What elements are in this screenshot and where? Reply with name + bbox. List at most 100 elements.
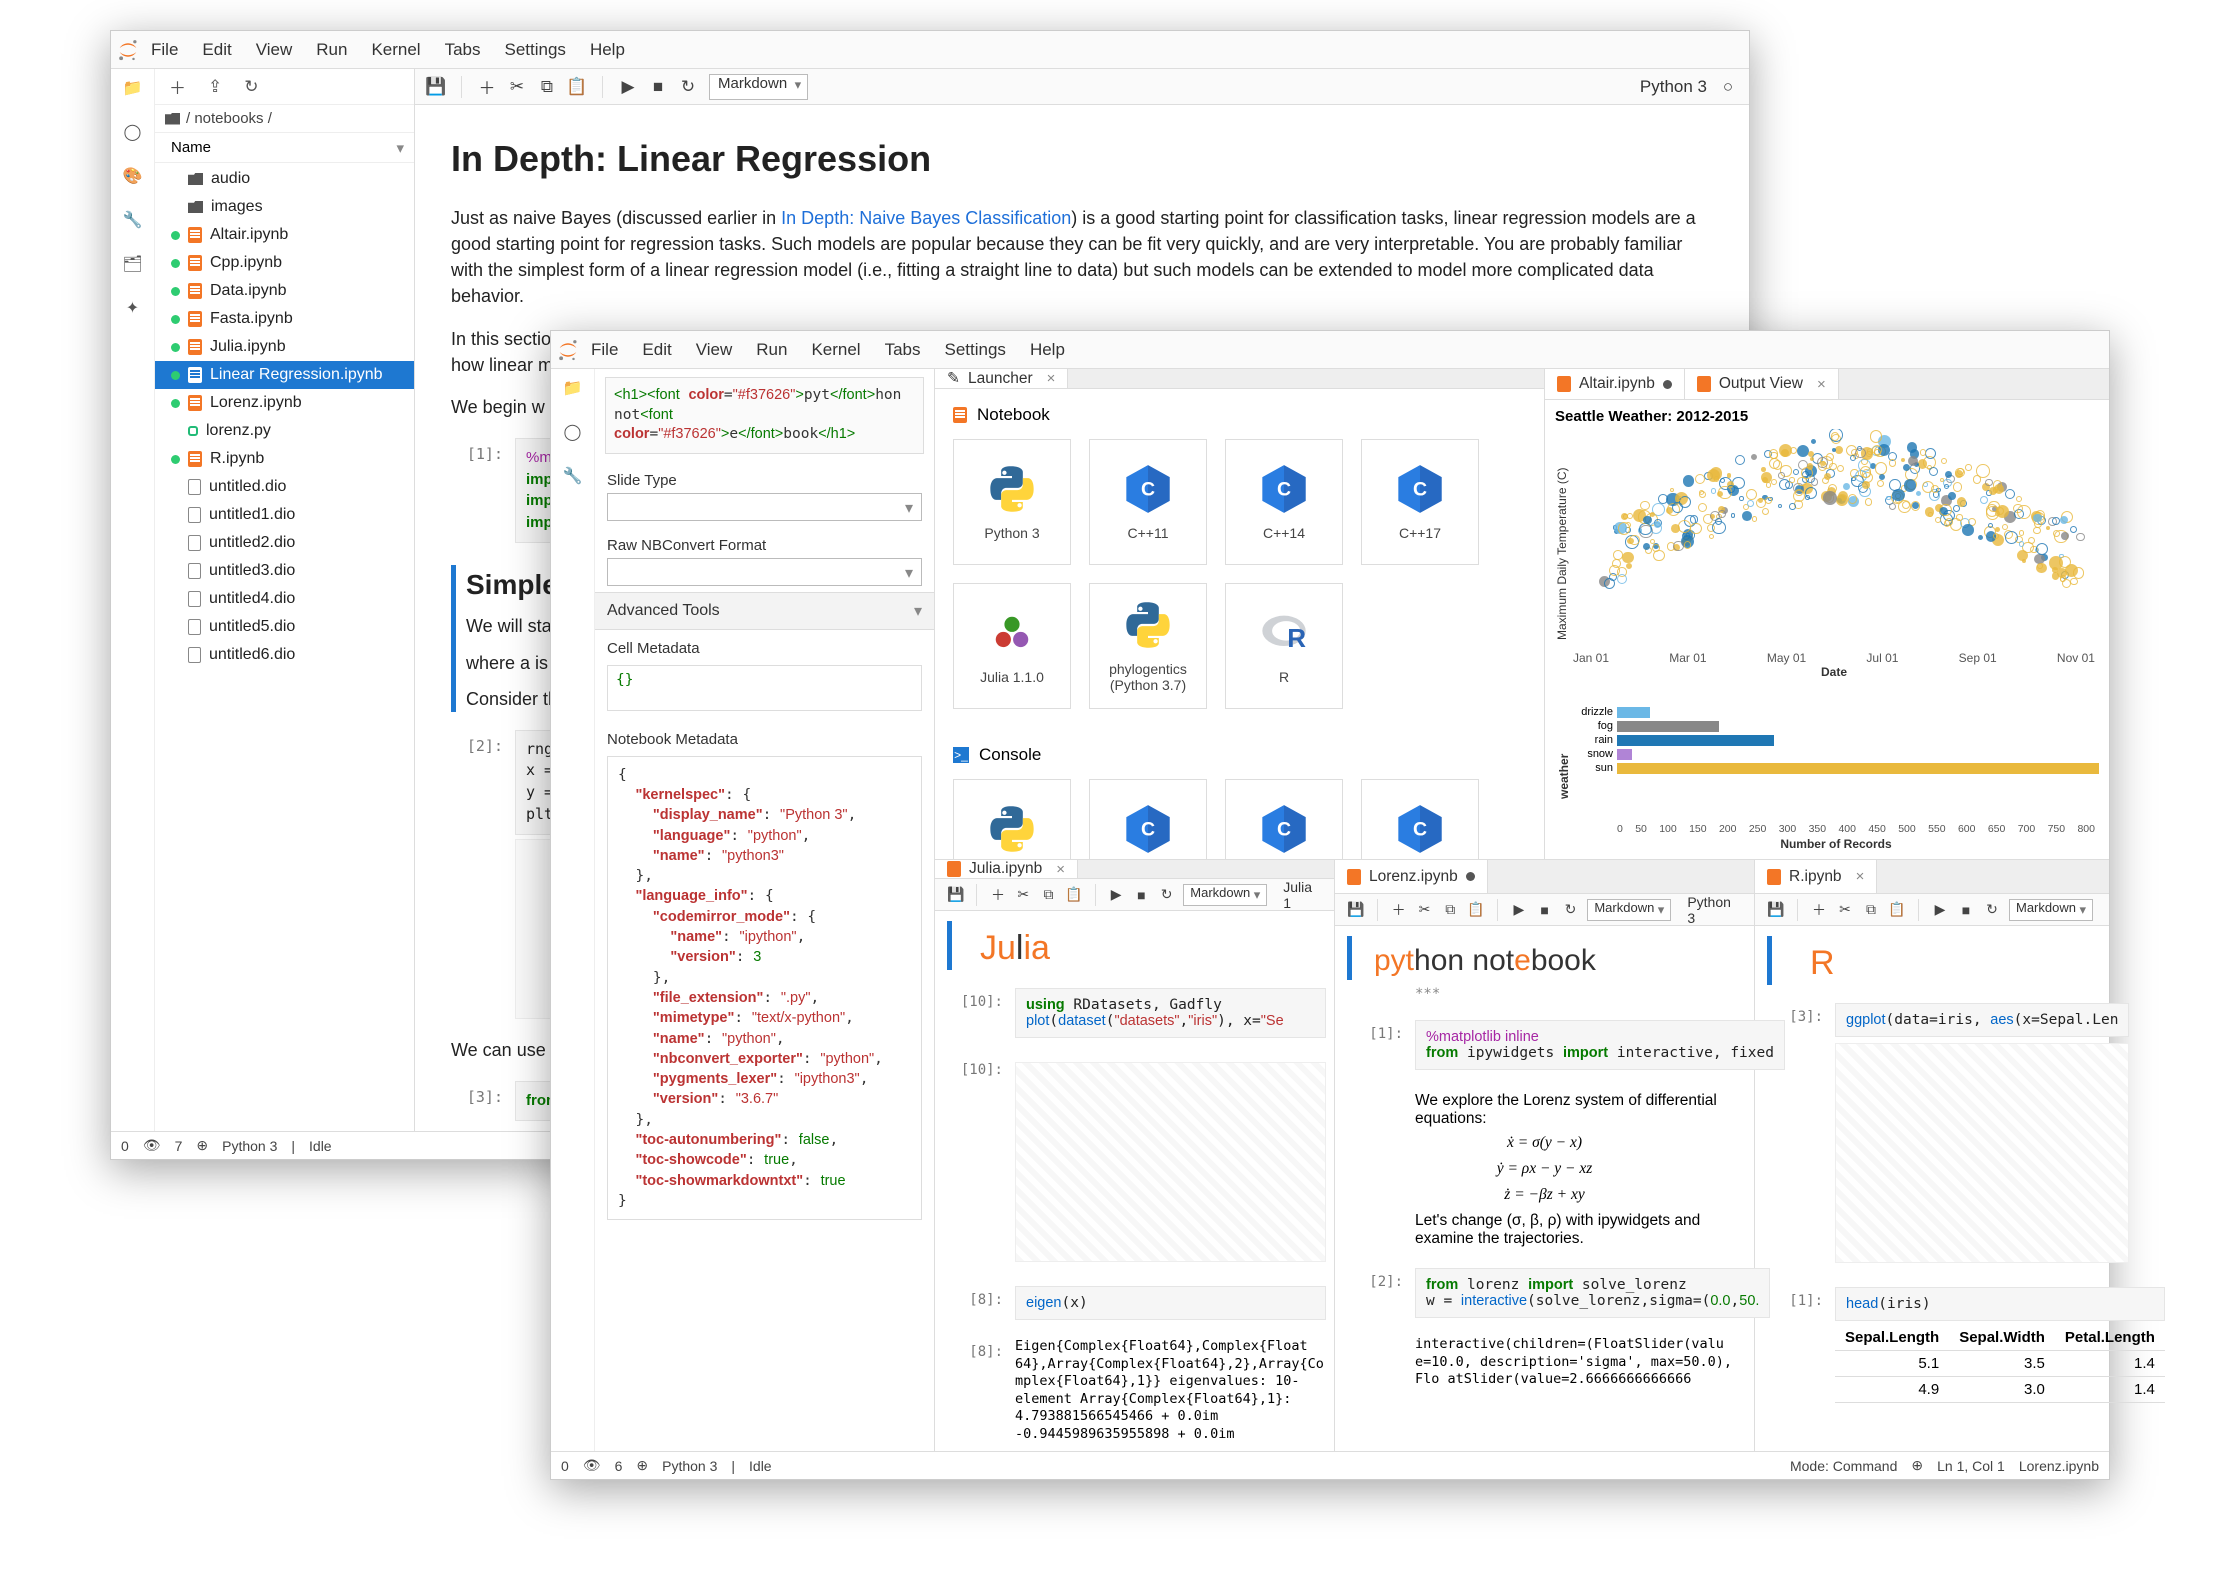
add-cell-icon[interactable]: ＋ (1810, 901, 1828, 919)
refresh-icon[interactable]: ↻ (244, 77, 258, 97)
launcher-card[interactable]: C++17 (1361, 439, 1479, 565)
cut-icon[interactable]: ✂ (1416, 901, 1434, 919)
kernel-name[interactable]: Python 3 (1640, 77, 1707, 97)
file-item[interactable]: Altair.ipynb (155, 221, 414, 249)
run-icon[interactable]: ▶ (1510, 901, 1528, 919)
stop-icon[interactable]: ■ (1536, 901, 1554, 919)
file-item[interactable]: lorenz.py (155, 417, 414, 445)
paste-icon[interactable]: 📋 (1467, 901, 1485, 919)
paste-icon[interactable]: 📋 (1065, 886, 1082, 904)
copy-icon[interactable]: ⧉ (1040, 886, 1057, 904)
stop-icon[interactable]: ■ (1957, 901, 1975, 919)
file-item[interactable]: untitled2.dio (155, 529, 414, 557)
notebook-metadata-editor[interactable]: { "kernelspec": { "display_name": "Pytho… (607, 756, 922, 1221)
code-cell[interactable]: from lorenz import solve_lorenz w = inte… (1415, 1268, 1770, 1318)
advanced-tools-header[interactable]: Advanced Tools▾ (595, 592, 934, 630)
kernel-name[interactable]: Julia 1 (1283, 879, 1322, 911)
paste-icon[interactable]: 📋 (1888, 901, 1906, 919)
add-cell-icon[interactable]: ＋ (478, 78, 496, 96)
code-cell[interactable]: ggplot(data=iris, aes(x=Sepal.Len (1835, 1003, 2129, 1037)
wrench-icon[interactable]: 🔧 (562, 465, 584, 487)
close-icon[interactable]: × (1856, 868, 1865, 885)
menu-edit[interactable]: Edit (190, 40, 243, 60)
restart-icon[interactable]: ↻ (679, 78, 697, 96)
menu-file[interactable]: File (579, 340, 630, 360)
file-item[interactable]: images (155, 193, 414, 221)
extension-icon[interactable]: ✦ (122, 297, 144, 319)
running-icon[interactable]: ◯ (122, 121, 144, 143)
launcher-card[interactable]: R (1225, 583, 1343, 709)
file-list-header[interactable]: Name ▾ (155, 133, 414, 163)
celltype-select[interactable]: Markdown (1183, 884, 1267, 906)
stop-icon[interactable]: ■ (649, 78, 667, 96)
close-icon[interactable]: × (1817, 376, 1826, 393)
code-cell[interactable]: using RDatasets, Gadfly plot(dataset("da… (1015, 988, 1326, 1038)
cut-icon[interactable]: ✂ (1836, 901, 1854, 919)
copy-icon[interactable]: ⧉ (1862, 901, 1880, 919)
menu-kernel[interactable]: Kernel (359, 40, 432, 60)
menu-run[interactable]: Run (304, 40, 359, 60)
launcher-card[interactable]: C++14 (1225, 439, 1343, 565)
menu-help[interactable]: Help (1018, 340, 1077, 360)
tab-julia[interactable]: Julia.ipynb× (935, 860, 1078, 878)
launcher-card[interactable]: phylogentics (Python 3.7) (1089, 583, 1207, 709)
file-item[interactable]: untitled1.dio (155, 501, 414, 529)
file-item[interactable]: untitled.dio (155, 473, 414, 501)
tab-r[interactable]: R.ipynb× (1755, 860, 1877, 893)
file-item[interactable]: Linear Regression.ipynb (155, 361, 414, 389)
menu-tabs[interactable]: Tabs (433, 40, 493, 60)
file-item[interactable]: Cpp.ipynb (155, 249, 414, 277)
wrench-icon[interactable]: 🔧 (122, 209, 144, 231)
stop-icon[interactable]: ■ (1133, 886, 1150, 904)
link-naive-bayes[interactable]: In Depth: Naive Bayes Classification (781, 208, 1071, 228)
plus-icon[interactable]: ＋ (169, 74, 186, 99)
slide-type-select[interactable] (607, 493, 922, 521)
code-cell[interactable]: head(iris) (1835, 1287, 2165, 1321)
tab-output-view[interactable]: Output View× (1685, 369, 1839, 399)
code-cell[interactable]: eigen(x) (1015, 1286, 1326, 1320)
restart-icon[interactable]: ↻ (1983, 901, 2001, 919)
menu-tabs[interactable]: Tabs (873, 340, 933, 360)
menu-kernel[interactable]: Kernel (799, 340, 872, 360)
tab-altair[interactable]: Altair.ipynb (1545, 369, 1685, 399)
file-item[interactable]: untitled4.dio (155, 585, 414, 613)
save-icon[interactable]: 💾 (947, 886, 964, 904)
cut-icon[interactable]: ✂ (1015, 886, 1032, 904)
restart-icon[interactable]: ↻ (1158, 886, 1175, 904)
menu-run[interactable]: Run (744, 340, 799, 360)
add-cell-icon[interactable]: ＋ (1390, 901, 1408, 919)
save-icon[interactable]: 💾 (427, 78, 445, 96)
file-item[interactable]: untitled5.dio (155, 613, 414, 641)
copy-icon[interactable]: ⧉ (538, 78, 556, 96)
copy-icon[interactable]: ⧉ (1441, 901, 1459, 919)
commands-icon[interactable]: 🎨 (122, 165, 144, 187)
tab-lorenz[interactable]: Lorenz.ipynb (1335, 860, 1488, 893)
celltype-select[interactable]: Markdown (1587, 899, 1671, 921)
paste-icon[interactable]: 📋 (568, 78, 586, 96)
launcher-card[interactable]: Julia 1.1.0 (953, 583, 1071, 709)
run-icon[interactable]: ▶ (619, 78, 637, 96)
file-item[interactable]: Data.ipynb (155, 277, 414, 305)
upload-icon[interactable]: ⇪ (208, 77, 222, 97)
file-item[interactable]: untitled6.dio (155, 641, 414, 669)
celltype-select[interactable]: Markdown (709, 74, 808, 100)
add-cell-icon[interactable]: ＋ (989, 886, 1006, 904)
file-item[interactable]: Lorenz.ipynb (155, 389, 414, 417)
menu-view[interactable]: View (684, 340, 745, 360)
kernel-name[interactable]: Python 3 (1687, 894, 1742, 926)
launcher-card[interactable]: C++11 (1089, 439, 1207, 565)
save-icon[interactable]: 💾 (1767, 901, 1785, 919)
tab-launcher[interactable]: ✎Launcher× (935, 369, 1068, 388)
file-item[interactable]: R.ipynb (155, 445, 414, 473)
running-icon[interactable]: ◯ (562, 421, 584, 443)
launcher-card[interactable]: Python 3 (953, 439, 1071, 565)
file-item[interactable]: Julia.ipynb (155, 333, 414, 361)
folder-icon[interactable]: 📁 (122, 77, 144, 99)
celltype-select[interactable]: Markdown (2009, 899, 2093, 921)
cut-icon[interactable]: ✂ (508, 78, 526, 96)
menu-help[interactable]: Help (578, 40, 637, 60)
menu-settings[interactable]: Settings (493, 40, 578, 60)
close-icon[interactable]: × (1056, 861, 1065, 878)
menu-edit[interactable]: Edit (630, 340, 683, 360)
breadcrumb[interactable]: / notebooks / (155, 105, 414, 133)
